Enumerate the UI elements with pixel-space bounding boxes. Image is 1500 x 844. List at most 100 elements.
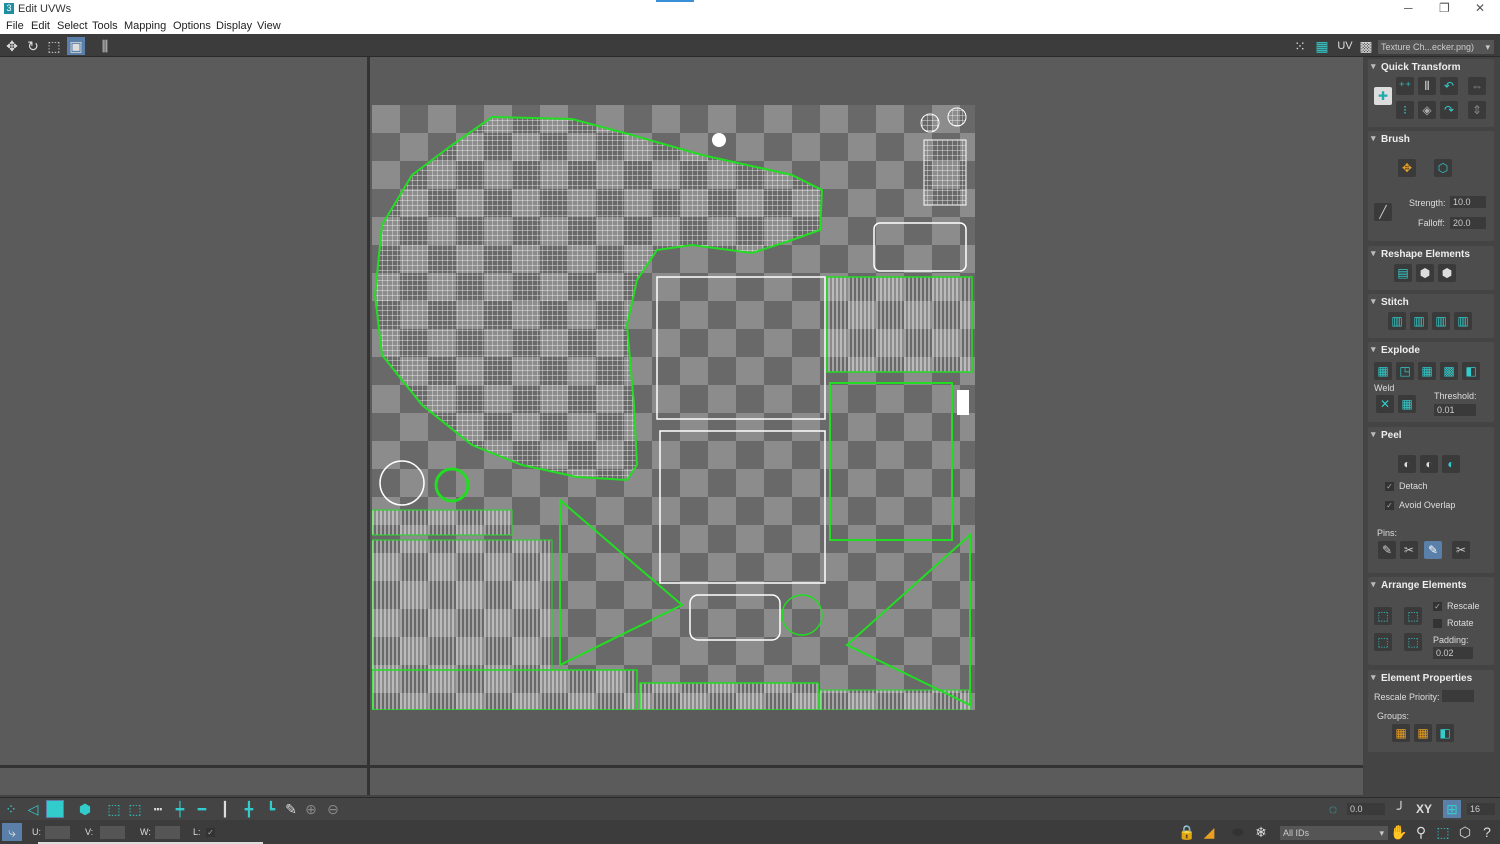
pin-icon[interactable]: ✎ bbox=[1378, 541, 1396, 559]
lock-icon[interactable]: 🔒 bbox=[1178, 823, 1196, 841]
polygon-mode-icon[interactable] bbox=[46, 800, 64, 818]
restore-icon[interactable]: ❐ bbox=[1439, 1, 1450, 15]
enlarge-brush-icon[interactable]: ⊕ bbox=[302, 800, 320, 818]
paint-select-icon[interactable]: ✎ bbox=[282, 800, 300, 818]
freeform-icon[interactable]: ▣ bbox=[67, 37, 85, 55]
close-icon[interactable]: ✕ bbox=[1475, 1, 1485, 15]
zoom-extents-icon[interactable]: ⬡ bbox=[1456, 823, 1474, 841]
set-pivot-icon[interactable]: ✚ bbox=[1374, 87, 1392, 105]
help-icon[interactable]: ? bbox=[1478, 823, 1496, 841]
ungroup-icon[interactable]: ▦ bbox=[1414, 724, 1432, 742]
section-title[interactable]: Peel bbox=[1368, 427, 1494, 441]
xy-toggle[interactable]: XY bbox=[1413, 800, 1435, 818]
grid-snap-icon[interactable]: ⊞ bbox=[1443, 800, 1461, 818]
w-field[interactable] bbox=[155, 826, 180, 839]
menu-file[interactable]: File bbox=[6, 20, 24, 32]
reset-peel-icon[interactable]: ◐ bbox=[1442, 455, 1460, 473]
loop-shrink-icon[interactable]: ━ bbox=[193, 800, 211, 818]
menu-tools[interactable]: Tools bbox=[92, 20, 118, 32]
menu-edit[interactable]: Edit bbox=[31, 20, 50, 32]
element-mode-icon[interactable]: ⬢ bbox=[76, 800, 94, 818]
space-horizontal-icon[interactable]: ⇔ bbox=[1468, 77, 1486, 95]
break-icon[interactable]: ▦ bbox=[1374, 362, 1392, 380]
weld-all-icon[interactable]: ▦ bbox=[1398, 395, 1416, 413]
section-title[interactable]: Explode bbox=[1368, 342, 1494, 356]
space-vertical-icon[interactable]: ⇕ bbox=[1468, 101, 1486, 119]
edge-mode-icon[interactable]: ◁ bbox=[24, 800, 42, 818]
straighten-icon[interactable]: ▤ bbox=[1394, 264, 1412, 282]
align-vertical-2-icon[interactable]: ⁝ bbox=[1396, 101, 1414, 119]
move-icon[interactable]: ✥ bbox=[3, 37, 21, 55]
loop-grow-icon[interactable]: ┿ bbox=[171, 800, 189, 818]
threshold-spinner[interactable]: 0.01 bbox=[1434, 404, 1476, 416]
auto-pin-icon[interactable]: ✎ bbox=[1424, 541, 1442, 559]
uv-viewport[interactable] bbox=[0, 57, 1363, 795]
unpin-icon[interactable]: ✂ bbox=[1400, 541, 1418, 559]
angle-spinner[interactable]: 0.0 bbox=[1347, 803, 1385, 815]
align-horizontal-icon[interactable]: ⁺⁺ bbox=[1396, 77, 1414, 95]
hide-icon[interactable]: ⬬ bbox=[1229, 823, 1247, 841]
grow-selection-icon[interactable]: ⬚ bbox=[105, 800, 123, 818]
zoom-region-icon[interactable]: ⬚ bbox=[1434, 823, 1452, 841]
section-title[interactable]: Stitch bbox=[1368, 294, 1494, 308]
show-grid-icon[interactable]: ⁙ bbox=[1291, 37, 1309, 55]
pack-settings-icon[interactable]: ⬚ bbox=[1404, 633, 1422, 651]
select-pins-icon[interactable]: ✂ bbox=[1452, 541, 1470, 559]
flatten-by-polygon-icon[interactable]: ▩ bbox=[1440, 362, 1458, 380]
section-title[interactable]: Quick Transform bbox=[1368, 59, 1494, 73]
select-group-icon[interactable]: ◧ bbox=[1436, 724, 1454, 742]
grid-spinner[interactable]: 16 bbox=[1467, 803, 1495, 815]
v-field[interactable] bbox=[100, 826, 125, 839]
u-field[interactable] bbox=[45, 826, 70, 839]
lock-checkbox[interactable]: ✓ bbox=[206, 828, 215, 837]
transform-type-icon[interactable]: ⤷ bbox=[2, 823, 22, 841]
align-grid-icon[interactable]: ◈ bbox=[1418, 101, 1436, 119]
relax-settings-icon[interactable]: ⬢ bbox=[1438, 264, 1456, 282]
texture-dropdown[interactable]: Texture Ch...ecker.png) ▾ bbox=[1378, 40, 1494, 54]
shrink-selection-icon[interactable]: ⬚ bbox=[126, 800, 144, 818]
falloff-spinner[interactable]: 20.0 bbox=[1450, 217, 1486, 229]
rotate-icon[interactable]: ↻ bbox=[24, 37, 42, 55]
padding-spinner[interactable]: 0.02 bbox=[1433, 647, 1473, 659]
freeze-icon[interactable]: ❄ bbox=[1252, 823, 1270, 841]
relax-brush-icon[interactable]: ⬡ bbox=[1434, 159, 1452, 177]
strength-spinner[interactable]: 10.0 bbox=[1450, 196, 1486, 208]
rescale-priority-spinner[interactable] bbox=[1442, 690, 1474, 702]
pan-icon[interactable]: ✋ bbox=[1390, 823, 1408, 841]
paint-move-brush-icon[interactable]: ✥ bbox=[1398, 159, 1416, 177]
menu-mapping[interactable]: Mapping bbox=[124, 20, 166, 32]
flatten-by-material-icon[interactable]: ▦ bbox=[1418, 362, 1436, 380]
falloff-type-icon[interactable]: ╱ bbox=[1374, 203, 1392, 221]
stitch-source-icon[interactable]: ▥ bbox=[1410, 312, 1428, 330]
checker-icon[interactable]: ▦ bbox=[1313, 37, 1331, 55]
material-id-dropdown[interactable]: All IDs ▾ bbox=[1280, 826, 1388, 840]
group-selected-icon[interactable]: ▦ bbox=[1392, 724, 1410, 742]
section-title[interactable]: Arrange Elements bbox=[1368, 577, 1494, 591]
stitch-average-icon[interactable]: ▥ bbox=[1432, 312, 1450, 330]
rotate-cw-icon[interactable]: ↷ bbox=[1440, 101, 1458, 119]
rotate-checkbox[interactable] bbox=[1433, 619, 1442, 628]
menu-select[interactable]: Select bbox=[57, 20, 88, 32]
menu-display[interactable]: Display bbox=[216, 20, 252, 32]
loop-icon[interactable]: ┅ bbox=[149, 800, 167, 818]
rotate-ccw-icon[interactable]: ↶ bbox=[1440, 77, 1458, 95]
shrink-brush-icon[interactable]: ⊖ bbox=[324, 800, 342, 818]
ring-icon[interactable]: ┃ bbox=[216, 800, 234, 818]
section-title[interactable]: Element Properties bbox=[1368, 670, 1494, 684]
avoid-overlap-checkbox[interactable]: ✓ bbox=[1385, 501, 1394, 510]
section-title[interactable]: Reshape Elements bbox=[1368, 246, 1494, 260]
pack-custom-icon[interactable]: ⬚ bbox=[1404, 607, 1422, 625]
flatten-icon[interactable]: ◧ bbox=[1462, 362, 1480, 380]
menu-view[interactable]: View bbox=[257, 20, 281, 32]
ring-shrink-icon[interactable]: ┗ bbox=[262, 800, 280, 818]
pack-normalize-icon[interactable]: ⬚ bbox=[1374, 607, 1392, 625]
ring-grow-icon[interactable]: ╋ bbox=[240, 800, 258, 818]
quick-peel-icon[interactable]: ◐ bbox=[1398, 455, 1416, 473]
stitch-target-icon[interactable]: ▥ bbox=[1454, 312, 1472, 330]
stitch-custom-icon[interactable]: ▥ bbox=[1388, 312, 1406, 330]
weld-selected-icon[interactable]: ✕ bbox=[1376, 395, 1394, 413]
curve-icon[interactable]: ╯ bbox=[1392, 800, 1410, 818]
vertex-mode-icon[interactable]: ⁘ bbox=[2, 800, 20, 818]
soft-selection-icon[interactable]: ◌ bbox=[1324, 800, 1342, 818]
pack-together-icon[interactable]: ⬚ bbox=[1374, 633, 1392, 651]
